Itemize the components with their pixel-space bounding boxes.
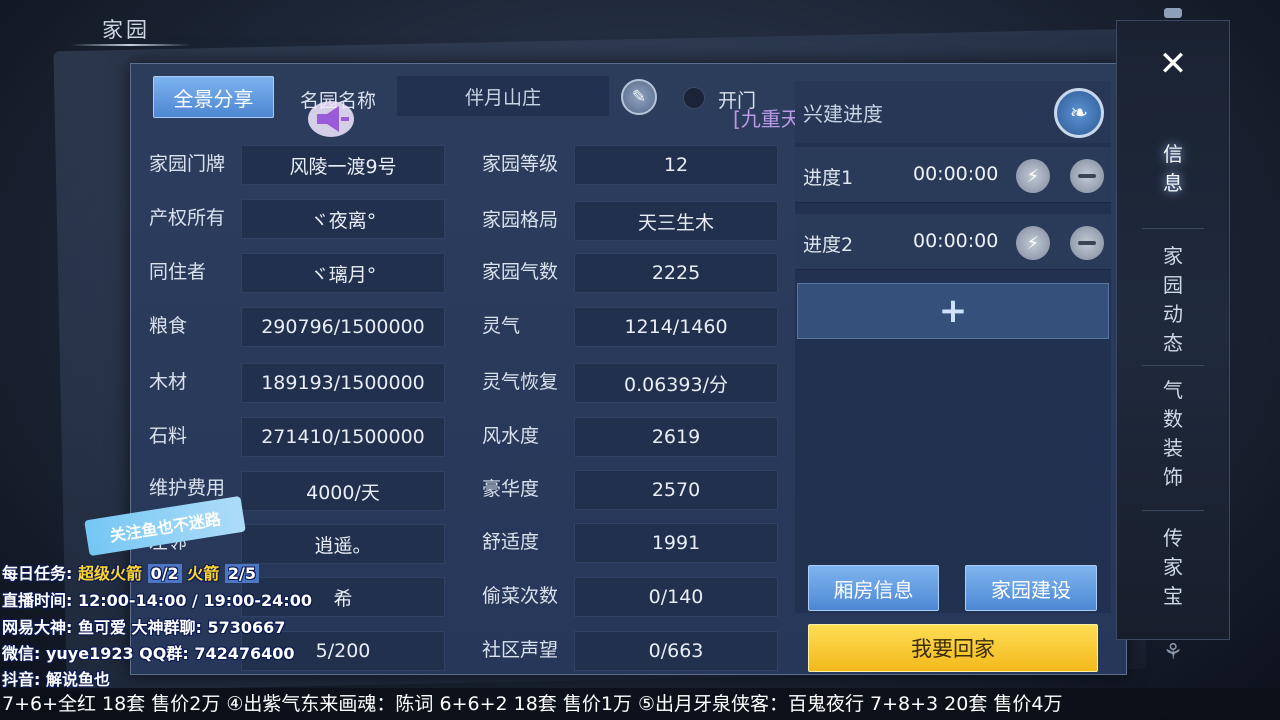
progress-timer: 00:00:00 — [913, 230, 999, 252]
progress-label: 进度1 — [803, 167, 854, 189]
info-label: 同住者 — [149, 261, 207, 283]
info-label: 家园等级 — [482, 153, 559, 175]
lightning-icon[interactable]: ⚡ — [1016, 226, 1050, 260]
info-value: 2225 — [574, 253, 778, 293]
info-value: 0/663 — [574, 631, 778, 671]
info-label: 社区声望 — [482, 639, 559, 661]
home-build-button[interactable]: 家园建设 — [965, 565, 1097, 611]
tab-divider — [1142, 365, 1204, 366]
scroll-ornament — [1164, 8, 1182, 18]
minus-icon[interactable] — [1070, 226, 1104, 260]
info-value: 2570 — [574, 470, 778, 510]
tab-decoration[interactable]: 气数装饰 — [1158, 376, 1188, 492]
close-icon[interactable]: ✕ — [1154, 44, 1192, 84]
live-time-line: 直播时间: 12:00-14:00 / 19:00-24:00 — [2, 591, 312, 610]
progress-row: 进度1 00:00:00 ⚡ — [795, 147, 1111, 203]
daily-task-line: 每日任务: 超级火箭 0/2 火箭 2/5 — [2, 560, 259, 584]
info-value: 天三生木 — [574, 201, 778, 241]
douyin-line: 抖音: 解说鱼也 — [2, 670, 110, 689]
info-label: 灵气 — [482, 315, 521, 337]
home-name-field[interactable]: 伴月山庄 — [397, 76, 609, 116]
info-label: 豪华度 — [482, 478, 540, 500]
tab-heirloom[interactable]: 传家宝 — [1158, 524, 1188, 611]
edit-name-icon[interactable]: ✎ — [621, 79, 657, 115]
open-door-toggle[interactable] — [683, 87, 705, 109]
page-title: 家园 — [102, 18, 150, 42]
megaphone-icon — [308, 101, 354, 137]
info-value: 0/140 — [574, 577, 778, 617]
progress-title: 兴建进度 — [803, 102, 883, 126]
lightning-icon[interactable]: ⚡ — [1016, 159, 1050, 193]
info-label: 产权所有 — [149, 207, 226, 229]
task-label: 每日任务: — [2, 564, 73, 583]
task-count: 2/5 — [224, 564, 259, 583]
info-label: 家园门牌 — [149, 153, 226, 175]
info-label: 粮食 — [149, 315, 188, 337]
panorama-share-button[interactable]: 全景分享 — [153, 76, 274, 118]
tab-divider — [1142, 228, 1204, 229]
info-value: 2619 — [574, 417, 778, 457]
info-value: 逍遥。 — [241, 524, 445, 564]
tassel-ornament: ⚘ — [1163, 640, 1183, 665]
info-label: 灵气恢复 — [482, 371, 559, 393]
room-info-button[interactable]: 厢房信息 — [808, 565, 939, 611]
info-value: 4000/天 — [241, 471, 445, 511]
wechat-line: 微信: yuye1923 QQ群: 742476400 — [2, 644, 295, 663]
info-label: 偷菜次数 — [482, 585, 559, 607]
info-value: 290796/1500000 — [241, 307, 445, 347]
task-item: 火箭 — [187, 564, 220, 583]
feather-icon[interactable]: ❧ — [1054, 88, 1104, 138]
netease-line: 网易大神: 鱼可爱 大神群聊: 5730667 — [2, 618, 286, 637]
info-value: 1214/1460 — [574, 307, 778, 347]
info-label: 木材 — [149, 371, 188, 393]
tab-divider — [1142, 510, 1204, 511]
info-value: ヾ夜离° — [241, 199, 445, 239]
info-label: 风水度 — [482, 425, 540, 447]
task-count: 0/2 — [147, 564, 182, 583]
info-value: 12 — [574, 145, 778, 185]
progress-label: 进度2 — [803, 234, 854, 256]
scrolling-ticker: 7+6+全红 18套 售价2万 ④出紫气东来画魂：陈词 6+6+2 18套 售价… — [0, 688, 1280, 720]
info-label: 家园格局 — [482, 209, 559, 231]
info-label: 舒适度 — [482, 531, 540, 553]
add-progress-slot-button[interactable]: + — [797, 283, 1109, 339]
info-value: 189193/1500000 — [241, 363, 445, 403]
task-item: 超级火箭 — [77, 564, 142, 583]
info-value: 风陵一渡9号 — [241, 145, 445, 185]
title-underline — [70, 44, 190, 46]
progress-timer: 00:00:00 — [913, 163, 999, 185]
info-value: 0.06393/分 — [574, 363, 778, 403]
minus-icon[interactable] — [1070, 159, 1104, 193]
tab-home-news[interactable]: 家园动态 — [1158, 242, 1188, 358]
info-value: 271410/1500000 — [241, 417, 445, 457]
info-value: 1991 — [574, 523, 778, 563]
progress-row: 进度2 00:00:00 ⚡ — [795, 214, 1111, 270]
info-label: 家园气数 — [482, 261, 559, 283]
info-label: 石料 — [149, 425, 188, 447]
go-home-button[interactable]: 我要回家 — [808, 624, 1098, 672]
info-value: ヾ璃月° — [241, 253, 445, 293]
tab-info[interactable]: 信息 — [1158, 140, 1188, 198]
